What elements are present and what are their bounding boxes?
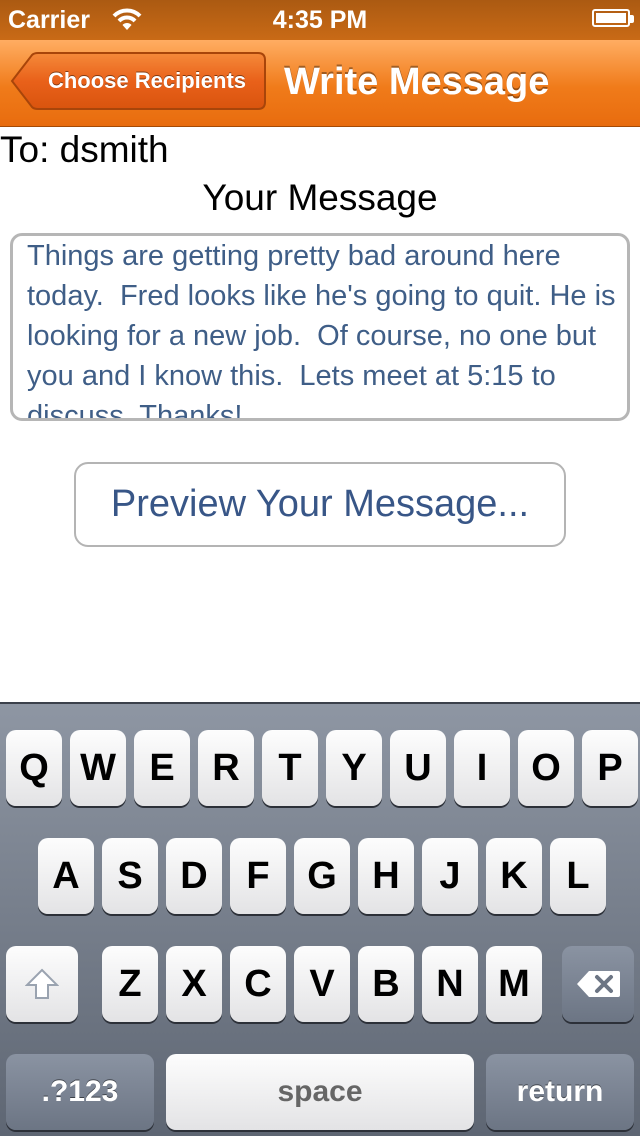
navigation-bar: Choose Recipients Write Message — [0, 40, 640, 127]
key-p[interactable]: P — [582, 730, 638, 806]
numbers-key[interactable]: .?123 — [6, 1054, 154, 1130]
key-z[interactable]: Z — [102, 946, 158, 1022]
recipient-label: To: dsmith — [0, 129, 169, 170]
status-bar: Carrier 4:35 PM — [0, 0, 640, 40]
key-l[interactable]: L — [550, 838, 606, 914]
battery-icon — [592, 9, 634, 27]
message-body: Things are getting pretty bad around her… — [27, 240, 624, 421]
key-c[interactable]: C — [230, 946, 286, 1022]
key-t[interactable]: T — [262, 730, 318, 806]
key-y[interactable]: Y — [326, 730, 382, 806]
key-u[interactable]: U — [390, 730, 446, 806]
key-f[interactable]: F — [230, 838, 286, 914]
keyboard: Q W E R T Y U I O P A S D F G H J K L Z … — [0, 702, 640, 1136]
key-w[interactable]: W — [70, 730, 126, 806]
back-button-label: Choose Recipients — [47, 68, 247, 93]
key-i[interactable]: I — [454, 730, 510, 806]
choose-recipients-back-button[interactable]: Choose Recipients — [10, 52, 266, 110]
key-n[interactable]: N — [422, 946, 478, 1022]
key-o[interactable]: O — [518, 730, 574, 806]
key-a[interactable]: A — [38, 838, 94, 914]
key-d[interactable]: D — [166, 838, 222, 914]
message-heading: Your Message — [202, 177, 438, 218]
status-time: 4:35 PM — [272, 6, 368, 34]
key-x[interactable]: X — [166, 946, 222, 1022]
key-q[interactable]: Q — [6, 730, 62, 806]
key-k[interactable]: K — [486, 838, 542, 914]
message-textarea[interactable]: Things are getting pretty bad around her… — [10, 233, 630, 421]
space-key[interactable]: space — [166, 1054, 474, 1130]
key-m[interactable]: M — [486, 946, 542, 1022]
return-key[interactable]: return — [486, 1054, 634, 1130]
key-v[interactable]: V — [294, 946, 350, 1022]
key-b[interactable]: B — [358, 946, 414, 1022]
key-s[interactable]: S — [102, 838, 158, 914]
shift-key[interactable] — [6, 946, 78, 1022]
key-e[interactable]: E — [134, 730, 190, 806]
delete-key[interactable] — [562, 946, 634, 1022]
key-r[interactable]: R — [198, 730, 254, 806]
page-title: Write Message — [284, 61, 550, 103]
key-g[interactable]: G — [294, 838, 350, 914]
preview-message-button[interactable]: Preview Your Message... — [74, 462, 566, 547]
key-j[interactable]: J — [422, 838, 478, 914]
key-h[interactable]: H — [358, 838, 414, 914]
